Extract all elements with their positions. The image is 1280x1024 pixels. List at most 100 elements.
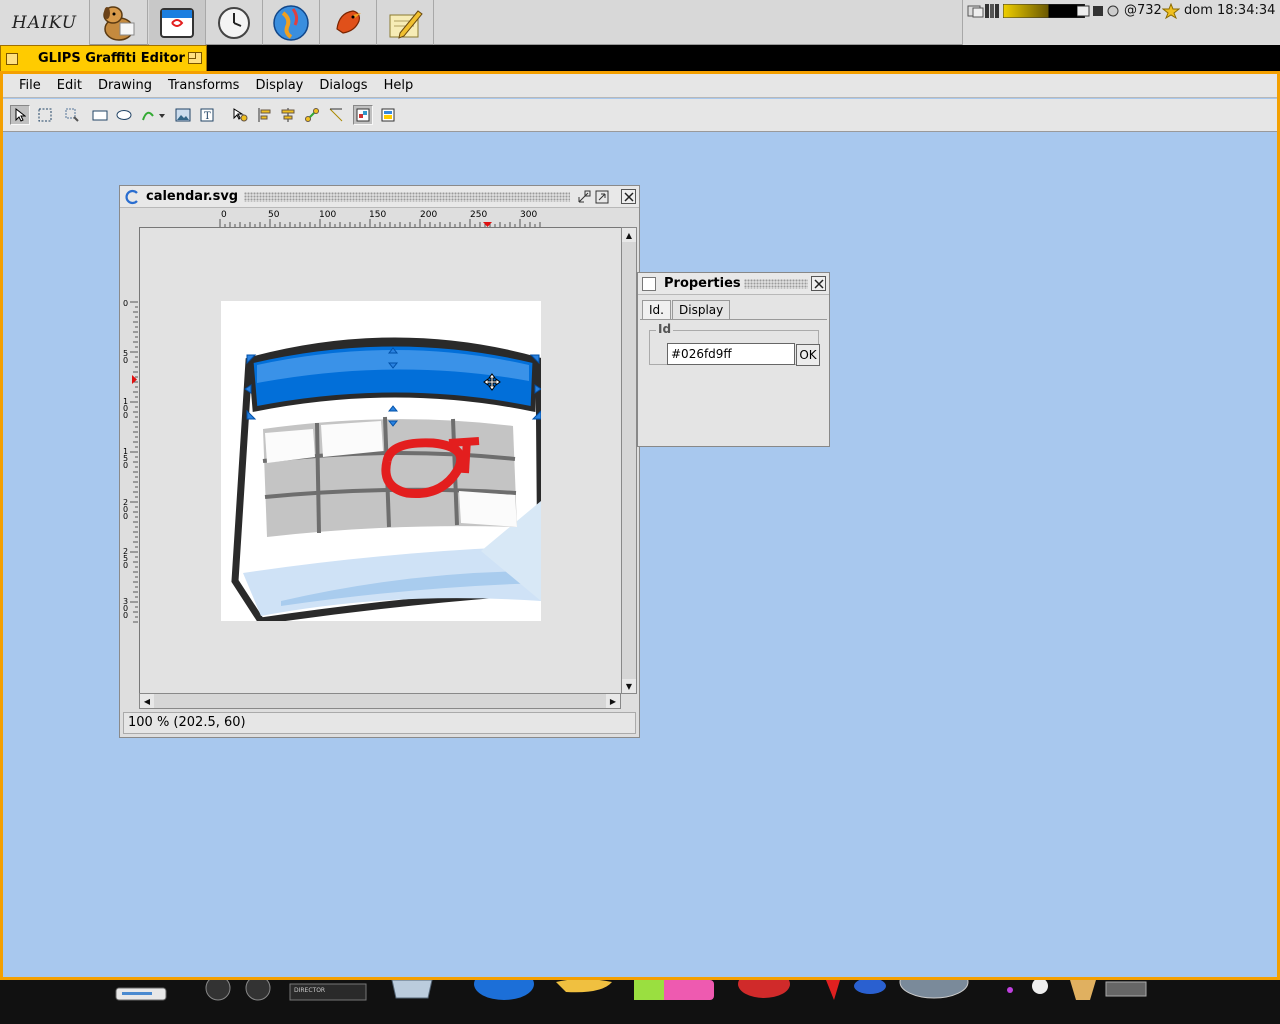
memory-meter-icon[interactable] xyxy=(985,4,1003,18)
deskbar-clock[interactable]: dom 18:34:34 xyxy=(1184,3,1275,18)
zoom-tool-button[interactable] xyxy=(62,105,82,125)
node-icon xyxy=(233,108,248,122)
id-group: Id OK xyxy=(649,322,820,366)
svg-text:T: T xyxy=(204,111,211,122)
editor-app-button[interactable] xyxy=(377,0,434,45)
properties-panel: Id OK xyxy=(640,319,827,443)
cpu-meter-icon[interactable] xyxy=(967,4,985,18)
bird-icon xyxy=(336,9,361,34)
path-tool-button[interactable] xyxy=(140,105,168,125)
tools-icon[interactable] xyxy=(820,980,890,1004)
scroll-left-arrow-icon[interactable]: ◀ xyxy=(140,694,154,708)
haiku-menu-button[interactable]: HAIKU xyxy=(0,0,90,45)
ellipse-icon xyxy=(116,110,132,120)
tracker-app-button[interactable] xyxy=(91,0,148,45)
scroll-up-arrow-icon[interactable]: ▲ xyxy=(622,228,636,242)
line-icon xyxy=(329,108,343,122)
maximize-window-button[interactable] xyxy=(594,189,609,204)
select-tool-button[interactable] xyxy=(10,105,30,125)
menu-file[interactable]: File xyxy=(11,74,49,98)
volume-bar-icon[interactable] xyxy=(1003,4,1085,18)
tray-counter: @732 xyxy=(1124,3,1162,18)
globe-icon xyxy=(273,4,309,41)
node-tool-button[interactable] xyxy=(230,105,250,125)
ruler-label: 5 0 xyxy=(123,349,129,365)
transform-tool-button[interactable] xyxy=(302,105,322,125)
star-icon[interactable] xyxy=(1162,3,1180,19)
menu-drawing[interactable]: Drawing xyxy=(90,74,160,98)
misc-apps-icon[interactable] xyxy=(1066,980,1156,1004)
pencil-icon xyxy=(389,9,423,39)
minimize-icon xyxy=(578,190,590,202)
ruler-label: 250 xyxy=(470,210,488,220)
device-icon[interactable] xyxy=(114,980,168,1004)
speakers-icon[interactable] xyxy=(200,980,280,1004)
scroll-down-arrow-icon[interactable]: ▼ xyxy=(622,679,636,693)
director-icon[interactable]: DIRECTOR xyxy=(288,980,368,1004)
close-icon[interactable] xyxy=(6,53,18,65)
id-group-label: Id xyxy=(656,322,674,336)
scroll-right-arrow-icon[interactable]: ▶ xyxy=(606,694,620,708)
browser-icon[interactable] xyxy=(470,980,540,1004)
chat-icon[interactable] xyxy=(552,980,618,1004)
text-icon: T xyxy=(200,108,214,122)
marquee-tool-button[interactable] xyxy=(35,105,55,125)
drawing-canvas[interactable] xyxy=(139,227,623,694)
close-icon xyxy=(813,278,824,289)
view-toggle-button[interactable] xyxy=(353,105,373,125)
ruler-label: 300 xyxy=(520,210,538,220)
zoom-window-icon[interactable] xyxy=(188,52,202,64)
id-input[interactable] xyxy=(667,343,795,365)
clock-app-button[interactable] xyxy=(206,0,263,45)
calendar-artwork[interactable] xyxy=(221,301,541,621)
zoom-icon xyxy=(65,108,79,122)
zoom-coordinates-status: 100 % (202.5, 60) xyxy=(128,715,246,730)
dog-icon xyxy=(103,5,135,41)
close-window-button[interactable] xyxy=(621,189,636,204)
menu-help[interactable]: Help xyxy=(376,74,422,98)
minimize-window-button[interactable] xyxy=(576,189,591,204)
align-tool-button[interactable] xyxy=(254,105,274,125)
ruler-label: 0 xyxy=(221,210,227,220)
horizontal-scrollbar[interactable]: ◀ ▶ xyxy=(139,693,621,709)
image-tool-button[interactable] xyxy=(173,105,193,125)
ok-button[interactable]: OK xyxy=(796,344,820,366)
paint-icon[interactable] xyxy=(632,980,718,1004)
tray-extras-icon[interactable] xyxy=(1077,4,1123,18)
network-app-button[interactable] xyxy=(263,0,320,45)
line-tool-button[interactable] xyxy=(326,105,346,125)
vertical-scrollbar[interactable]: ▲ ▼ xyxy=(621,227,637,694)
bird-app-button[interactable] xyxy=(320,0,377,45)
menu-display[interactable]: Display xyxy=(247,74,311,98)
view-icon xyxy=(356,108,370,122)
horizontal-ruler: 0 50 100 150 200 250 300 xyxy=(218,210,542,227)
color-panel-button[interactable] xyxy=(378,105,398,125)
main-window-tab[interactable]: GLIPS Graffiti Editor xyxy=(0,45,207,71)
text-tool-button[interactable]: T xyxy=(197,105,217,125)
ruler-label: 1 0 0 xyxy=(123,397,129,420)
ellipse-tool-button[interactable] xyxy=(114,105,134,125)
close-properties-button[interactable] xyxy=(811,276,826,291)
ruler-cursor-marker xyxy=(132,375,137,384)
record-icon[interactable] xyxy=(736,980,796,1004)
menu-dialogs[interactable]: Dialogs xyxy=(311,74,375,98)
clock-icon xyxy=(218,6,250,39)
menu-transforms[interactable]: Transforms xyxy=(160,74,247,98)
distribute-tool-button[interactable] xyxy=(278,105,298,125)
document-titlebar[interactable]: calendar.svg xyxy=(120,186,639,208)
calendar-app-button[interactable] xyxy=(149,0,206,45)
document-title: calendar.svg xyxy=(146,189,239,204)
artboard[interactable] xyxy=(221,301,541,621)
tab-display[interactable]: Display xyxy=(672,300,731,319)
media-icon[interactable] xyxy=(388,980,438,1004)
menu-edit[interactable]: Edit xyxy=(49,74,90,98)
document-window: calendar.svg 0 50 100 150 200 250 300 0 xyxy=(119,185,640,738)
properties-titlebar[interactable]: Properties xyxy=(638,273,829,295)
disc-icon[interactable] xyxy=(898,980,974,1004)
rectangle-tool-button[interactable] xyxy=(90,105,110,125)
vertical-ruler: 0 5 0 1 0 0 1 5 0 2 0 0 2 5 0 3 0 0 xyxy=(120,300,138,626)
window-title: GLIPS Graffiti Editor xyxy=(38,51,185,66)
rectangle-icon xyxy=(92,110,108,121)
sparkle-icon[interactable] xyxy=(1000,980,1060,1004)
tab-id[interactable]: Id. xyxy=(642,300,671,319)
